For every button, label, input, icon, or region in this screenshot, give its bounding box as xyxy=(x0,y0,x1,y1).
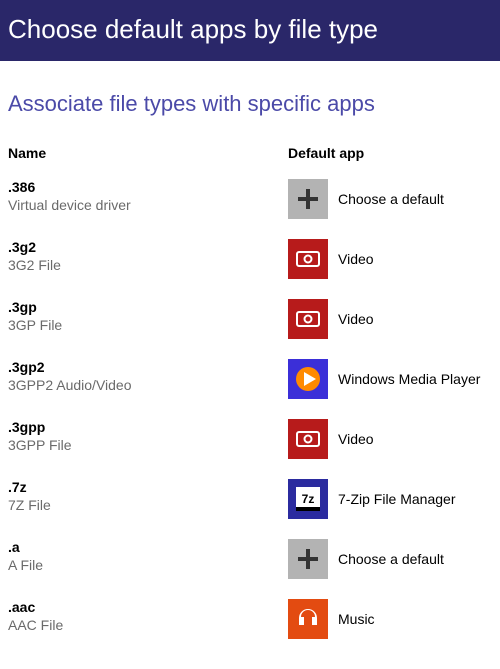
default-app-button[interactable]: Choose a default xyxy=(288,539,492,579)
default-app-label: 7-Zip File Manager xyxy=(338,491,456,508)
file-description: A File xyxy=(8,557,288,573)
file-type-info: .a A File xyxy=(8,539,288,573)
sevenzip-icon: 7z xyxy=(288,479,328,519)
file-type-row: .3gp 3GP File Video xyxy=(8,299,492,339)
file-description: AAC File xyxy=(8,617,288,633)
file-type-info: .3gpp 3GPP File xyxy=(8,419,288,453)
content-area: Associate file types with specific apps … xyxy=(0,61,500,669)
file-description: 7Z File xyxy=(8,497,288,513)
file-type-info: .3gp 3GP File xyxy=(8,299,288,333)
default-app-button[interactable]: Choose a default xyxy=(288,179,492,219)
file-type-list: .386 Virtual device driver Choose a defaul… xyxy=(8,179,492,639)
page-title: Choose default apps by file type xyxy=(8,14,378,44)
file-description: Virtual device driver xyxy=(8,197,288,213)
default-app-button[interactable]: Video xyxy=(288,239,492,279)
file-type-row: .386 Virtual device driver Choose a defaul… xyxy=(8,179,492,219)
file-type-info: .aac AAC File xyxy=(8,599,288,633)
file-type-info: .7z 7Z File xyxy=(8,479,288,513)
default-app-label: Video xyxy=(338,431,374,448)
default-app-label: Choose a default xyxy=(338,191,444,208)
file-type-row: .3gpp 3GPP File Video xyxy=(8,419,492,459)
file-description: 3GP File xyxy=(8,317,288,333)
file-extension: .386 xyxy=(8,179,288,195)
file-type-row: .3gp2 3GPP2 Audio/Video Windows Media Play… xyxy=(8,359,492,399)
default-app-label: Choose a default xyxy=(338,551,444,568)
file-type-row: .3g2 3G2 File Video xyxy=(8,239,492,279)
svg-text:7z: 7z xyxy=(302,492,315,506)
wmp-icon xyxy=(288,359,328,399)
file-extension: .3gp xyxy=(8,299,288,315)
plus-icon xyxy=(288,179,328,219)
file-extension: .7z xyxy=(8,479,288,495)
file-extension: .aac xyxy=(8,599,288,615)
video-icon xyxy=(288,239,328,279)
file-description: 3GPP File xyxy=(8,437,288,453)
default-app-label: Video xyxy=(338,311,374,328)
default-app-label: Music xyxy=(338,611,375,628)
file-extension: .3gpp xyxy=(8,419,288,435)
file-type-row: .aac AAC File Music xyxy=(8,599,492,639)
file-type-info: .386 Virtual device driver xyxy=(8,179,288,213)
video-icon xyxy=(288,299,328,339)
default-app-button[interactable]: Windows Media Player xyxy=(288,359,492,399)
plus-icon xyxy=(288,539,328,579)
music-icon xyxy=(288,599,328,639)
file-description: 3G2 File xyxy=(8,257,288,273)
video-icon xyxy=(288,419,328,459)
default-app-button[interactable]: Video xyxy=(288,419,492,459)
file-extension: .3g2 xyxy=(8,239,288,255)
page-header: Choose default apps by file type xyxy=(0,0,500,61)
column-name-header: Name xyxy=(8,145,288,161)
file-type-info: .3gp2 3GPP2 Audio/Video xyxy=(8,359,288,393)
file-type-row: .7z 7Z File 7z 7-Zip File Manager xyxy=(8,479,492,519)
file-description: 3GPP2 Audio/Video xyxy=(8,377,288,393)
default-app-label: Video xyxy=(338,251,374,268)
default-app-button[interactable]: 7z 7-Zip File Manager xyxy=(288,479,492,519)
file-extension: .3gp2 xyxy=(8,359,288,375)
file-type-row: .a A File Choose a default xyxy=(8,539,492,579)
default-app-button[interactable]: Video xyxy=(288,299,492,339)
file-extension: .a xyxy=(8,539,288,555)
column-headers: Name Default app xyxy=(8,145,492,161)
file-type-info: .3g2 3G2 File xyxy=(8,239,288,273)
default-app-label: Windows Media Player xyxy=(338,371,480,388)
default-app-button[interactable]: Music xyxy=(288,599,492,639)
section-subtitle: Associate file types with specific apps xyxy=(8,91,492,117)
column-app-header: Default app xyxy=(288,145,492,161)
